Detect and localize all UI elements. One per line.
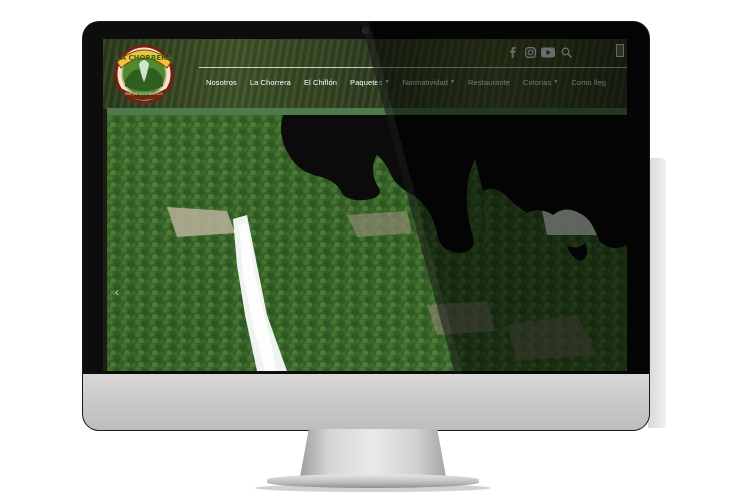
nav-item-paquetes[interactable]: Paquetes ▼ [350,74,390,90]
youtube-icon[interactable] [541,45,555,59]
chevron-down-icon: ▼ [450,79,456,85]
chevron-down-icon: ▼ [553,79,559,85]
chevron-down-icon: ▼ [384,79,390,85]
nav-item-colorias[interactable]: Colorias ▼ [523,74,558,90]
main-nav: Nosotros La Chorrera El Chiflón Paquetes… [206,74,619,90]
webcam [363,28,368,33]
website-screen: LA CHORRERA PARQUE ECOTURISTICO Nosotros [103,39,627,371]
nav-item-restaurante[interactable]: Restaurante [468,74,510,90]
svg-text:PARQUE ECOTURISTICO: PARQUE ECOTURISTICO [125,92,163,96]
nav-item-nosotros[interactable]: Nosotros [206,74,237,90]
header-divider [199,67,627,68]
slider-prev-icon[interactable]: ‹ [115,285,119,299]
site-header: LA CHORRERA PARQUE ECOTURISTICO Nosotros [103,39,627,109]
nav-item-como-llegar[interactable]: Como lleg [571,74,606,90]
instagram-icon[interactable] [525,45,536,59]
hero-slider[interactable]: ‹ [107,115,627,371]
nav-item-normatividad[interactable]: Normatividad ▼ [403,74,455,90]
nav-item-la-chorrera[interactable]: La Chorrera [250,74,291,90]
hero-waterfall-image [107,115,627,371]
la-chorrera-logo[interactable]: LA CHORRERA PARQUE ECOTURISTICO [111,42,177,104]
search-icon[interactable] [561,45,572,59]
svg-text:LA CHORRERA: LA CHORRERA [116,54,172,62]
monitor-stand-neck [300,429,446,477]
facebook-icon[interactable] [510,45,516,59]
imac-monitor: LA CHORRERA PARQUE ECOTURISTICO Nosotros [83,22,649,430]
language-toggle[interactable] [616,44,624,57]
monitor-stand-base [267,474,479,488]
monitor-side-shadow [648,158,666,428]
monitor-chin [83,374,649,430]
header-accent-bar [107,108,627,115]
nav-item-el-chiflon[interactable]: El Chiflón [304,74,337,90]
